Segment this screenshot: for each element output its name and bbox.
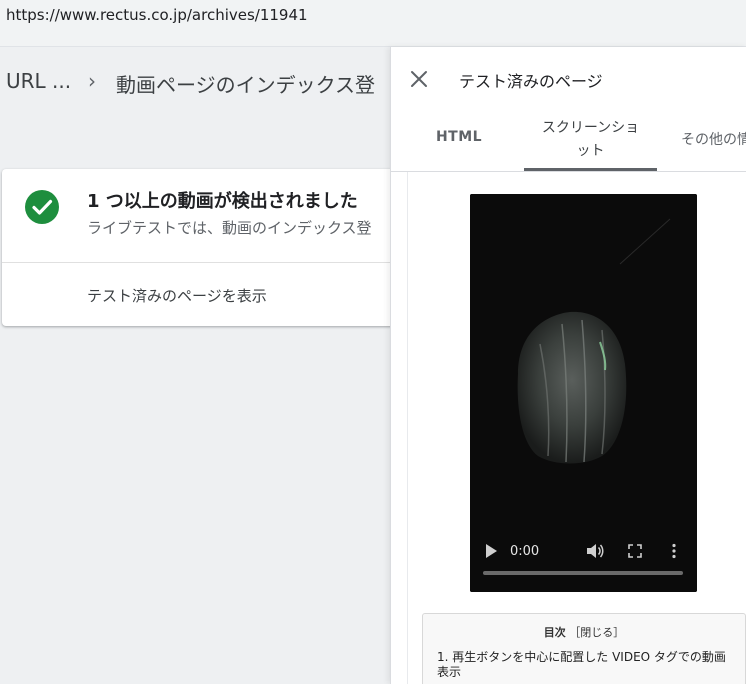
play-icon[interactable] [484, 543, 498, 559]
close-icon[interactable] [407, 67, 431, 91]
check-circle-icon [25, 190, 59, 224]
chevron-right-icon: › [88, 69, 96, 93]
video-progress-bar[interactable] [483, 571, 683, 575]
panel-title: テスト済みのページ [459, 72, 603, 91]
result-title: 1 つ以上の動画が検出されました [87, 191, 358, 212]
video-player[interactable]: 0:00 [470, 194, 697, 592]
tab-active-indicator [524, 168, 657, 171]
toc-toggle-link[interactable]: ［閉じる］ [569, 626, 624, 639]
result-subtitle: ライブテストでは、動画のインデックス登 [87, 219, 372, 237]
address-bar[interactable]: https://www.rectus.co.jp/archives/11941 [0, 0, 746, 47]
breadcrumb-root[interactable]: URL ... [6, 69, 71, 93]
tab-more-info[interactable]: その他の情 [681, 129, 746, 149]
more-vert-icon[interactable] [670, 543, 678, 559]
page-title: 動画ページのインデックス登 [116, 73, 375, 97]
tab-html[interactable]: HTML [419, 129, 499, 145]
tested-page-panel: テスト済みのページ HTML スクリーンショ ット その他の情 0:00 目次 … [390, 47, 746, 684]
tab-screenshot[interactable]: スクリーンショ ット [524, 117, 657, 163]
toc-title: 目次 [543, 626, 566, 639]
tab-screenshot-label-line2: ット [576, 143, 605, 159]
video-time: 0:00 [510, 544, 540, 559]
view-tested-page-link[interactable]: テスト済みのページを表示 [87, 285, 267, 306]
toc-header: 目次 ［閉じる］ [423, 624, 745, 640]
tab-screenshot-label-line1: スクリーンショ [541, 120, 640, 136]
screenshot-view[interactable]: 0:00 目次 ［閉じる］ 1. 再生ボタンを中心に配置した VIDEO タグで… [407, 172, 746, 684]
table-of-contents: 目次 ［閉じる］ 1. 再生ボタンを中心に配置した VIDEO タグでの動画表示 [422, 613, 746, 684]
video-frame [470, 194, 697, 592]
toc-item[interactable]: 1. 再生ボタンを中心に配置した VIDEO タグでの動画表示 [437, 650, 737, 680]
volume-icon[interactable] [586, 543, 604, 559]
panel-tabs: HTML スクリーンショ ット その他の情 [391, 107, 746, 172]
fullscreen-icon[interactable] [628, 544, 642, 558]
url-text[interactable]: https://www.rectus.co.jp/archives/11941 [6, 6, 308, 24]
